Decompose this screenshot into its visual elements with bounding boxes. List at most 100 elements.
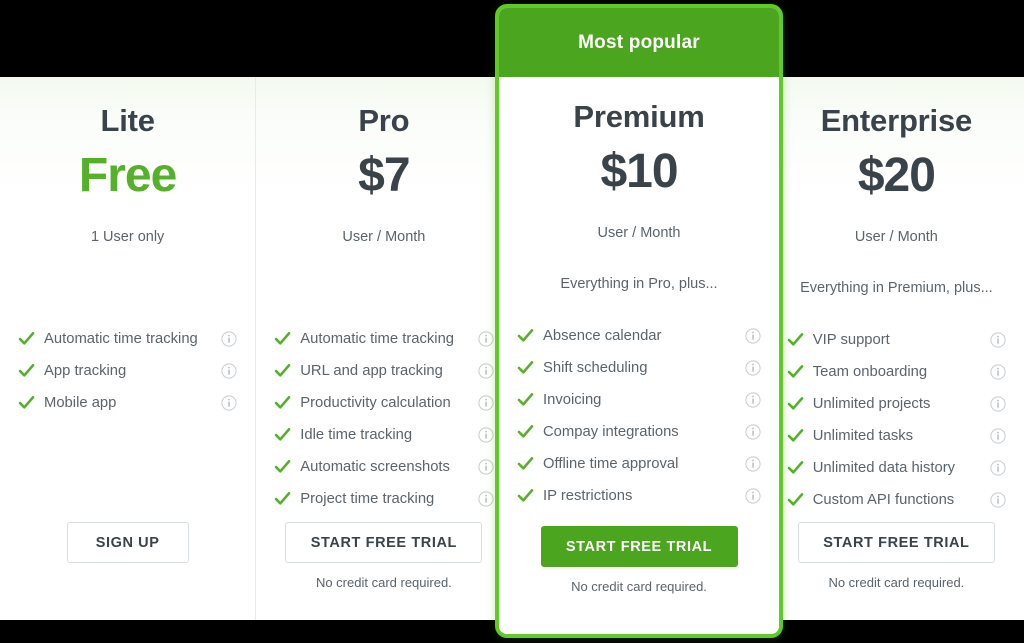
plan-unit: User / Month: [342, 229, 426, 245]
feature-item: Idle time tracking: [274, 419, 494, 451]
feature-item: Project time tracking: [274, 483, 494, 515]
feature-item: Team onboarding: [787, 356, 1006, 388]
check-icon: [517, 457, 534, 470]
start-free-trial-button[interactable]: START FREE TRIAL: [540, 526, 738, 567]
plan-unit: 1 User only: [90, 229, 165, 245]
plan-unit: User / Month: [597, 225, 681, 241]
feature-label: Automatic time tracking: [44, 330, 198, 347]
feature-label: Team onboarding: [812, 363, 928, 380]
info-icon[interactable]: [745, 327, 761, 344]
check-icon: [787, 461, 804, 474]
plan-card-pro: Pro $7 User / Month Automatic time track…: [255, 77, 512, 620]
most-popular-badge: Most popular: [499, 8, 779, 77]
cta-area: START FREE TRIAL No credit card required…: [517, 526, 761, 624]
check-icon: [517, 489, 534, 502]
check-icon: [517, 361, 534, 374]
info-icon[interactable]: [477, 490, 494, 507]
feature-item: URL and app tracking: [274, 355, 494, 387]
info-icon[interactable]: [990, 427, 1006, 444]
start-free-trial-button[interactable]: START FREE TRIAL: [285, 522, 483, 563]
start-free-trial-button[interactable]: START FREE TRIAL: [797, 522, 995, 563]
info-icon[interactable]: [477, 330, 494, 347]
check-icon: [18, 364, 35, 377]
plan-name: Pro: [358, 103, 410, 138]
check-icon: [274, 396, 291, 409]
check-icon: [18, 332, 35, 345]
check-icon: [274, 332, 291, 345]
plan-card-enterprise: Enterprise $20 User / Month Everything i…: [767, 77, 1024, 620]
feature-item: Automatic time tracking: [274, 323, 494, 355]
info-icon[interactable]: [745, 487, 761, 504]
feature-label: Idle time tracking: [300, 426, 413, 443]
info-icon[interactable]: [745, 423, 761, 440]
info-icon[interactable]: [745, 455, 761, 472]
feature-label: App tracking: [44, 362, 127, 379]
cta-area: SIGN UP: [18, 522, 237, 620]
info-icon[interactable]: [990, 459, 1006, 476]
info-icon[interactable]: [477, 362, 494, 379]
cta-note: No credit card required.: [571, 579, 707, 594]
info-icon[interactable]: [221, 394, 237, 411]
feature-item: App tracking: [18, 355, 237, 387]
feature-label: IP restrictions: [543, 487, 633, 504]
cta-area: START FREE TRIAL No credit card required…: [787, 522, 1006, 620]
feature-item: Unlimited data history: [787, 452, 1006, 484]
check-icon: [787, 365, 804, 378]
check-icon: [517, 425, 534, 438]
feature-label: Unlimited data history: [812, 459, 956, 476]
info-icon[interactable]: [477, 426, 494, 443]
check-icon: [787, 493, 804, 506]
feature-item: Unlimited tasks: [787, 420, 1006, 452]
feature-item: IP restrictions: [517, 480, 761, 512]
info-icon[interactable]: [990, 395, 1006, 412]
feature-label: Compay integrations: [543, 423, 679, 440]
cta-note: No credit card required.: [315, 575, 452, 590]
feature-item: Compay integrations: [517, 416, 761, 448]
plan-price: $7: [358, 149, 410, 202]
plan-plus-note: Everything in Pro, plus...: [560, 275, 718, 292]
check-icon: [18, 396, 35, 409]
plan-price: $10: [600, 145, 678, 198]
check-icon: [787, 429, 804, 442]
plan-card-lite: Lite Free 1 User only Automatic time tra…: [0, 77, 256, 620]
feature-item: Automatic screenshots: [274, 451, 494, 483]
feature-label: Absence calendar: [543, 327, 662, 344]
info-icon[interactable]: [745, 359, 761, 376]
info-icon[interactable]: [221, 362, 237, 379]
check-icon: [274, 364, 291, 377]
feature-item: Invoicing: [517, 384, 761, 416]
plan-price: Free: [78, 149, 177, 202]
info-icon[interactable]: [477, 458, 494, 475]
info-icon[interactable]: [745, 391, 761, 408]
check-icon: [517, 393, 534, 406]
feature-item: Shift scheduling: [517, 352, 761, 384]
feature-label: VIP support: [812, 331, 890, 348]
feature-label: Automatic time tracking: [300, 330, 455, 347]
plan-unit: User / Month: [854, 229, 938, 245]
feature-label: Project time tracking: [300, 490, 435, 507]
info-icon[interactable]: [990, 331, 1006, 348]
info-icon[interactable]: [990, 491, 1006, 508]
feature-label: Shift scheduling: [543, 359, 648, 376]
feature-item: VIP support: [787, 324, 1006, 356]
feature-label: Automatic screenshots: [300, 458, 450, 475]
plan-plus-note: Everything in Premium, plus...: [800, 279, 993, 296]
cta-note: No credit card required.: [828, 575, 965, 590]
feature-list: VIP support Team onboarding Unlimited pr…: [787, 324, 1006, 516]
feature-list: Absence calendar Shift scheduling Invoic…: [517, 320, 761, 512]
info-icon[interactable]: [990, 363, 1006, 380]
feature-label: Offline time approval: [543, 455, 679, 472]
pricing-table: Lite Free 1 User only Automatic time tra…: [0, 0, 1024, 643]
feature-label: Custom API functions: [812, 491, 955, 508]
feature-list: Automatic time tracking URL and app trac…: [274, 323, 494, 515]
info-icon[interactable]: [477, 394, 494, 411]
signup-button[interactable]: SIGN UP: [66, 522, 189, 563]
feature-label: Invoicing: [543, 391, 602, 408]
feature-label: URL and app tracking: [300, 362, 443, 379]
check-icon: [787, 333, 804, 346]
feature-label: Unlimited tasks: [812, 427, 914, 444]
feature-item: Offline time approval: [517, 448, 761, 480]
check-icon: [274, 428, 291, 441]
info-icon[interactable]: [221, 330, 237, 347]
plan-card-premium: Most popular Premium $10 User / Month Ev…: [495, 4, 783, 638]
